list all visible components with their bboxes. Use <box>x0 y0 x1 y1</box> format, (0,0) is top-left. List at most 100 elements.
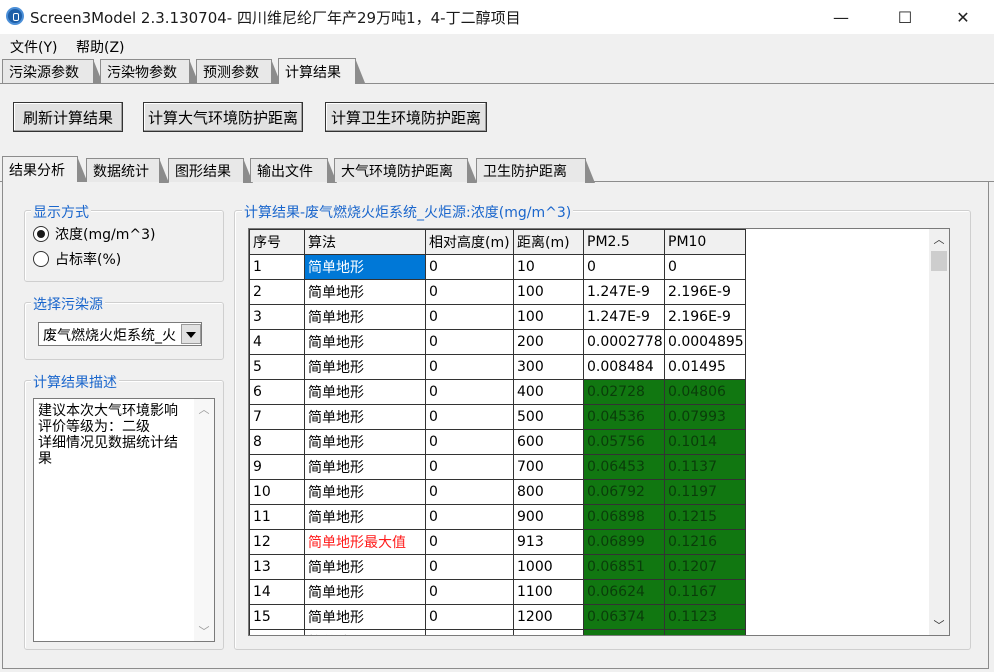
table-cell[interactable]: 10 <box>249 479 305 505</box>
table-row[interactable]: 11 简单地形 0 900 0.06898 0.1215 <box>249 504 746 530</box>
table-cell[interactable]: 0.05756 <box>583 429 665 455</box>
table-cell[interactable]: 300 <box>513 354 584 380</box>
column-header[interactable]: 算法 <box>304 229 426 255</box>
table-cell[interactable]: 0.06453 <box>583 454 665 480</box>
table-cell[interactable]: 0.06851 <box>583 554 665 580</box>
table-cell[interactable]: 1000 <box>513 554 584 580</box>
results-grid[interactable]: 序号 算法 相对高度(m) 距离(m) PM2.5 PM10 1 简单地形 0 10 0 0 2 简单地… <box>248 228 950 636</box>
air-protection-distance-button[interactable]: 计算大气环境防护距离 <box>143 102 303 132</box>
table-row[interactable]: 3 简单地形 0 100 1.247E-9 2.196E-9 <box>249 304 746 330</box>
table-cell[interactable]: 0.06115 <box>583 629 665 635</box>
table-cell[interactable]: 简单地形 <box>304 429 426 455</box>
table-cell[interactable]: 简单地形 <box>304 354 426 380</box>
table-cell[interactable]: 1 <box>249 254 305 280</box>
table-cell[interactable]: 0.06374 <box>583 604 665 630</box>
radio-ratio[interactable] <box>33 251 49 267</box>
column-header[interactable]: 距离(m) <box>513 229 584 255</box>
tab-air-protection-distance[interactable]: 大气环境防护距离 <box>334 158 477 183</box>
column-header[interactable]: 序号 <box>249 229 305 255</box>
table-cell[interactable]: 800 <box>513 479 584 505</box>
scroll-down-icon[interactable]: ﹀ <box>929 615 949 635</box>
table-cell[interactable]: 14 <box>249 579 305 605</box>
tab-pollutant-params[interactable]: 污染物参数 <box>100 59 199 84</box>
table-cell[interactable]: 0 <box>425 379 514 405</box>
table-cell[interactable]: 0.1167 <box>664 579 746 605</box>
column-header[interactable]: 相对高度(m) <box>425 229 514 255</box>
table-cell[interactable]: 0 <box>425 279 514 305</box>
table-row[interactable]: 14 简单地形 0 1100 0.06624 0.1167 <box>249 579 746 605</box>
minimize-button[interactable]: — <box>818 0 864 34</box>
table-cell[interactable]: 0 <box>425 454 514 480</box>
table-cell[interactable]: 0.0002778 <box>583 329 665 355</box>
column-header[interactable]: PM10 <box>664 229 746 255</box>
table-cell[interactable]: 0.1215 <box>664 504 746 530</box>
table-cell[interactable]: 简单地形 <box>304 554 426 580</box>
table-cell[interactable]: 500 <box>513 404 584 430</box>
table-row[interactable]: 5 简单地形 0 300 0.008484 0.01495 <box>249 354 746 380</box>
table-row[interactable]: 2 简单地形 0 100 1.247E-9 2.196E-9 <box>249 279 746 305</box>
table-cell[interactable]: 100 <box>513 304 584 330</box>
table-cell[interactable]: 6 <box>249 379 305 405</box>
table-cell[interactable]: 8 <box>249 429 305 455</box>
table-cell[interactable]: 0.0004895 <box>664 329 746 355</box>
table-cell[interactable]: 3 <box>249 304 305 330</box>
table-cell[interactable]: 0.04806 <box>664 379 746 405</box>
refresh-results-button[interactable]: 刷新计算结果 <box>13 102 123 132</box>
table-cell[interactable]: 1300 <box>513 629 584 635</box>
table-cell[interactable]: 简单地形 <box>304 479 426 505</box>
table-cell[interactable]: 10 <box>513 254 584 280</box>
table-cell[interactable]: 5 <box>249 354 305 380</box>
table-cell[interactable]: 13 <box>249 554 305 580</box>
maximize-button[interactable]: ☐ <box>882 0 928 34</box>
description-textarea[interactable]: 建议本次大气环境影响评价等级为：二级 详细情况见数据统计结果 ︿ ﹀ <box>33 398 215 642</box>
scroll-down-icon[interactable]: ﹀ <box>194 621 214 641</box>
table-row[interactable]: 13 简单地形 0 1000 0.06851 0.1207 <box>249 554 746 580</box>
table-cell[interactable]: 700 <box>513 454 584 480</box>
table-cell[interactable]: 900 <box>513 504 584 530</box>
table-cell[interactable]: 0 <box>425 629 514 635</box>
table-cell[interactable]: 4 <box>249 329 305 355</box>
radio-concentration[interactable] <box>33 226 49 242</box>
table-cell[interactable]: 0 <box>425 354 514 380</box>
table-cell[interactable]: 0.06624 <box>583 579 665 605</box>
table-cell[interactable]: 200 <box>513 329 584 355</box>
tab-health-protection-distance[interactable]: 卫生防护距离 <box>476 158 595 183</box>
table-cell[interactable]: 0 <box>425 504 514 530</box>
table-cell[interactable]: 0 <box>425 579 514 605</box>
table-cell[interactable]: 0.1014 <box>664 429 746 455</box>
table-cell[interactable]: 0 <box>425 429 514 455</box>
table-cell[interactable]: 7 <box>249 404 305 430</box>
table-cell[interactable]: 0.01495 <box>664 354 746 380</box>
table-cell[interactable]: 简单地形 <box>304 379 426 405</box>
table-cell[interactable]: 0.1123 <box>664 604 746 630</box>
table-cell[interactable]: 简单地形 <box>304 579 426 605</box>
table-cell[interactable]: 简单地形 <box>304 404 426 430</box>
table-cell[interactable]: 0.1137 <box>664 454 746 480</box>
table-row[interactable]: 12 简单地形最大值 0 913 0.06899 0.1216 <box>249 529 746 555</box>
table-cell[interactable]: 0 <box>425 254 514 280</box>
table-row[interactable]: 4 简单地形 0 200 0.0002778 0.0004895 <box>249 329 746 355</box>
table-cell[interactable]: 0 <box>425 404 514 430</box>
table-row[interactable]: 9 简单地形 0 700 0.06453 0.1137 <box>249 454 746 480</box>
table-cell[interactable]: 简单地形 <box>304 254 426 280</box>
table-cell[interactable]: 0 <box>425 604 514 630</box>
table-cell[interactable]: 0.1216 <box>664 529 746 555</box>
tab-predict-params[interactable]: 预测参数 <box>196 59 281 84</box>
table-cell[interactable]: 简单地形 <box>304 304 426 330</box>
table-cell[interactable]: 0.008484 <box>583 354 665 380</box>
tab-data-stats[interactable]: 数据统计 <box>86 158 169 183</box>
tab-calc-results[interactable]: 计算结果 <box>278 58 365 84</box>
table-cell[interactable]: 简单地形 <box>304 279 426 305</box>
table-cell[interactable]: 0.06792 <box>583 479 665 505</box>
grid-scrollbar[interactable]: ︿ ﹀ <box>929 229 949 635</box>
table-row[interactable]: 6 简单地形 0 400 0.02728 0.04806 <box>249 379 746 405</box>
table-cell[interactable]: 0 <box>583 254 665 280</box>
table-cell[interactable]: 16 <box>249 629 305 635</box>
table-cell[interactable]: 简单地形 <box>304 329 426 355</box>
table-cell[interactable]: 0.02728 <box>583 379 665 405</box>
table-cell[interactable]: 0.1207 <box>664 554 746 580</box>
scroll-thumb[interactable] <box>931 251 947 271</box>
table-cell[interactable]: 1.247E-9 <box>583 304 665 330</box>
menu-file[interactable]: 文件(Y) <box>10 37 57 57</box>
table-cell[interactable]: 0 <box>664 254 746 280</box>
